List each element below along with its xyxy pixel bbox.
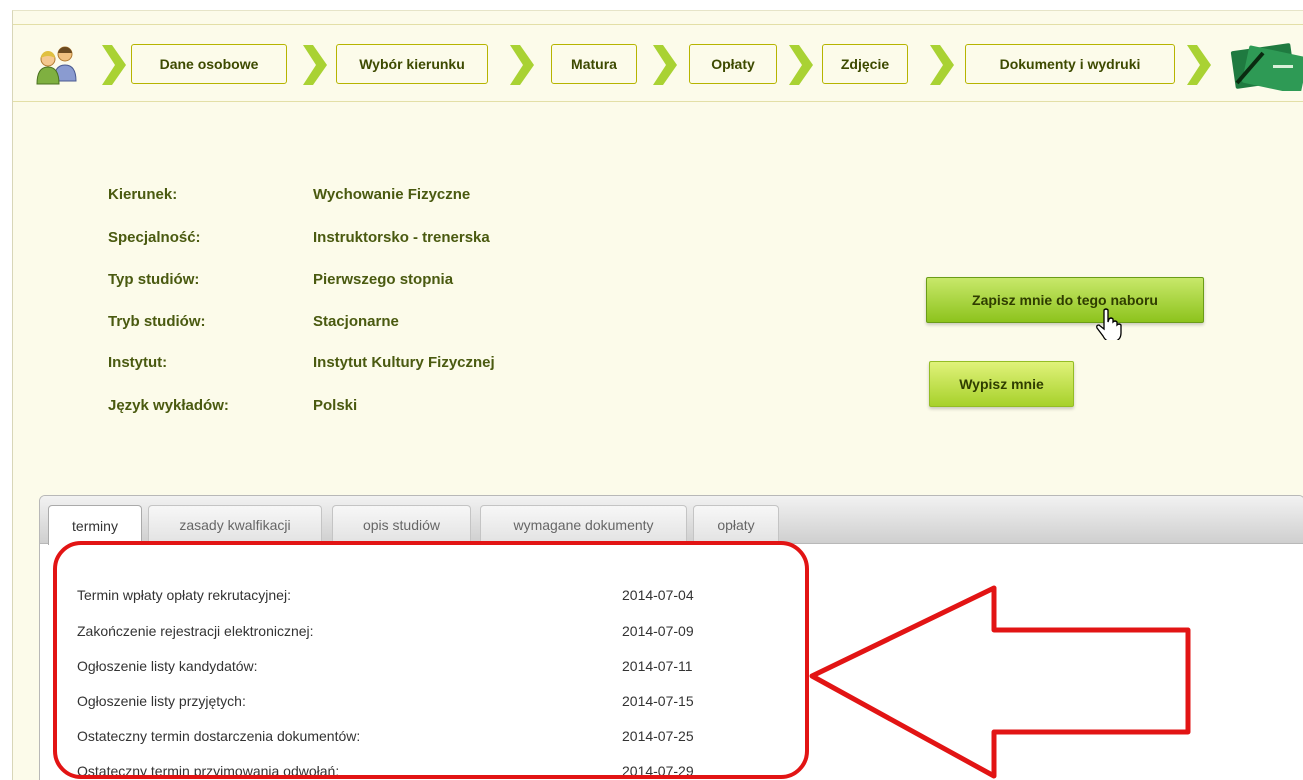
chevron-right-icon xyxy=(930,45,954,85)
chevron-right-icon xyxy=(653,45,677,85)
info-value: Stacjonarne xyxy=(313,313,399,330)
deadline-row: Ostateczny termin przyjmowania odwołań: … xyxy=(77,763,777,780)
info-label: Specjalność: xyxy=(108,229,201,246)
deadline-label: Ogłoszenie listy przyjętych: xyxy=(77,693,246,709)
tab-opis-studiow[interactable]: opis studiów xyxy=(332,505,471,544)
info-value: Instruktorsko - trenerska xyxy=(313,229,490,246)
deadline-date: 2014-07-11 xyxy=(622,658,693,674)
deadline-date: 2014-07-09 xyxy=(622,623,694,639)
people-icon xyxy=(36,46,77,85)
step-dane-osobowe[interactable]: Dane osobowe xyxy=(131,44,287,84)
deadline-label: Termin wpłaty opłaty rekrutacyjnej: xyxy=(77,587,291,603)
info-label: Język wykładów: xyxy=(108,397,229,414)
wizard-steps: Dane osobowe Wybór kierunku Matura Opłat… xyxy=(13,11,1303,103)
student-cards-icon xyxy=(1230,43,1303,91)
deadline-label: Ogłoszenie listy kandydatów: xyxy=(77,658,258,674)
step-matura[interactable]: Matura xyxy=(551,44,637,84)
deadline-label: Ostateczny termin przyjmowania odwołań: xyxy=(77,763,340,779)
chevron-right-icon xyxy=(510,45,534,85)
divider-line xyxy=(13,101,1303,102)
tab-terminy[interactable]: terminy xyxy=(48,505,142,545)
info-value: Pierwszego stopnia xyxy=(313,271,454,288)
tab-wymagane-dokumenty[interactable]: wymagane dokumenty xyxy=(480,505,687,544)
chevron-right-icon xyxy=(1187,45,1211,85)
deadline-row: Zakończenie rejestracji elektronicznej: … xyxy=(77,623,777,647)
deadline-date: 2014-07-25 xyxy=(622,728,694,744)
deadline-row: Ogłoszenie listy przyjętych: 2014-07-15 xyxy=(77,693,777,717)
deadline-row: Ostateczny termin dostarczenia dokumentó… xyxy=(77,728,777,752)
step-dokumenty-i-wydruki[interactable]: Dokumenty i wydruki xyxy=(965,44,1175,84)
chevron-right-icon xyxy=(303,45,327,85)
details-panel: terminy zasady kwalfikacji opis studiów … xyxy=(39,495,1303,780)
info-row-kierunek: Kierunek: Wychowanie Fizyczne xyxy=(108,186,628,210)
info-row-specjalnosc: Specjalność: Instruktorsko - trenerska xyxy=(108,229,628,253)
tab-bar: terminy zasady kwalfikacji opis studiów … xyxy=(40,496,1303,545)
divider-line xyxy=(13,24,1303,25)
deadline-date: 2014-07-04 xyxy=(622,587,694,603)
info-row-typ-studiow: Typ studiów: Pierwszego stopnia xyxy=(108,271,628,295)
hand-cursor-icon xyxy=(1096,308,1122,340)
info-value: Instytut Kultury Fizycznej xyxy=(313,354,495,371)
info-label: Kierunek: xyxy=(108,186,178,203)
chevron-right-icon xyxy=(789,45,813,85)
deadline-row: Termin wpłaty opłaty rekrutacyjnej: 2014… xyxy=(77,587,777,611)
recruitment-page: Dane osobowe Wybór kierunku Matura Opłat… xyxy=(12,10,1303,780)
deadline-row: Ogłoszenie listy kandydatów: 2014-07-11 xyxy=(77,658,777,682)
tab-oplaty[interactable]: opłaty xyxy=(693,505,779,544)
info-label: Tryb studiów: xyxy=(108,313,206,330)
deadline-label: Ostateczny termin dostarczenia dokumentó… xyxy=(77,728,361,744)
unenroll-button[interactable]: Wypisz mnie xyxy=(929,361,1074,407)
info-row-tryb-studiow: Tryb studiów: Stacjonarne xyxy=(108,313,628,337)
deadline-date: 2014-07-29 xyxy=(622,763,694,779)
deadline-label: Zakończenie rejestracji elektronicznej: xyxy=(77,623,314,639)
info-label: Instytut: xyxy=(108,354,168,371)
info-row-instytut: Instytut: Instytut Kultury Fizycznej xyxy=(108,354,628,378)
info-row-jezyk-wykladow: Język wykładów: Polski xyxy=(108,397,628,421)
info-value: Polski xyxy=(313,397,358,414)
chevron-right-icon xyxy=(102,45,126,85)
enroll-button[interactable]: Zapisz mnie do tego naboru xyxy=(926,277,1204,323)
info-label: Typ studiów: xyxy=(108,271,200,288)
step-oplaty[interactable]: Opłaty xyxy=(689,44,777,84)
step-wybor-kierunku[interactable]: Wybór kierunku xyxy=(336,44,488,84)
deadline-date: 2014-07-15 xyxy=(622,693,694,709)
step-zdjecie[interactable]: Zdjęcie xyxy=(822,44,908,84)
tab-zasady-kwalfikacji[interactable]: zasady kwalfikacji xyxy=(148,505,322,544)
info-value: Wychowanie Fizyczne xyxy=(313,186,471,203)
